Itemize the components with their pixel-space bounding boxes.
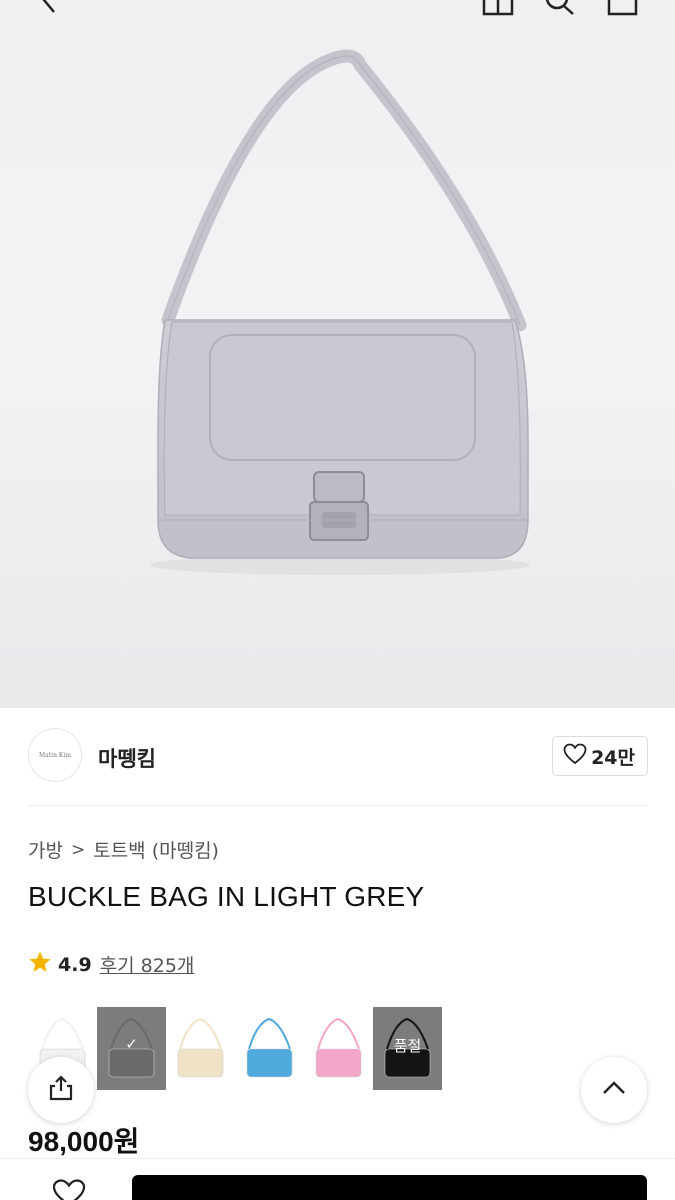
share-button[interactable] xyxy=(28,1057,94,1123)
bag-illustration xyxy=(150,49,530,575)
scroll-top-button[interactable] xyxy=(581,1057,647,1123)
home-icon[interactable] xyxy=(481,0,515,20)
breadcrumb-category[interactable]: 가방 xyxy=(28,836,63,863)
breadcrumb: 가방 > 토트백 (마뗑킴) xyxy=(28,836,219,863)
heart-icon xyxy=(563,743,587,769)
bottom-bar xyxy=(0,1158,675,1200)
swatch-bag-thumbnail xyxy=(246,1017,293,1078)
chevron-left-icon[interactable] xyxy=(34,0,64,20)
brand-row: Matin Kim 마뗑킴 24만 xyxy=(28,728,648,786)
breadcrumb-separator: > xyxy=(70,839,86,860)
heart-icon[interactable] xyxy=(52,1179,86,1200)
share-icon xyxy=(47,1074,75,1106)
like-button[interactable]: 24만 xyxy=(552,736,648,776)
like-count: 24만 xyxy=(591,746,635,769)
top-bar xyxy=(0,0,675,20)
soldout-label: 품절 xyxy=(393,1037,422,1055)
product-price: 98,000원 xyxy=(28,1126,140,1157)
selected-check-icon: ✓ xyxy=(125,1035,138,1053)
color-swatch[interactable] xyxy=(235,1007,304,1090)
product-image[interactable] xyxy=(0,0,675,708)
brand-logo-text: Matin Kim xyxy=(39,751,71,759)
swatch-bag-thumbnail xyxy=(315,1017,362,1078)
color-swatch[interactable] xyxy=(304,1007,373,1090)
rating-score: 4.9 xyxy=(58,953,92,976)
brand-name[interactable]: 마뗑킴 xyxy=(98,743,156,773)
buy-button[interactable] xyxy=(132,1175,647,1200)
cart-icon[interactable] xyxy=(606,0,640,20)
divider xyxy=(28,805,648,806)
star-icon xyxy=(28,950,52,979)
color-swatch[interactable]: 품절 xyxy=(373,1007,442,1090)
color-swatch[interactable] xyxy=(166,1007,235,1090)
swatch-bag-thumbnail xyxy=(177,1017,224,1078)
review-link[interactable]: 후기 825개 xyxy=(100,951,195,978)
search-icon[interactable] xyxy=(543,0,577,20)
product-title: BUCKLE BAG IN LIGHT GREY xyxy=(28,881,425,912)
chevron-up-icon xyxy=(600,1074,628,1106)
breadcrumb-subcategory[interactable]: 토트백 (마뗑킴) xyxy=(93,836,219,863)
color-swatch[interactable]: ✓ xyxy=(97,1007,166,1090)
rating-row: 4.9 후기 825개 xyxy=(28,950,194,979)
brand-logo[interactable]: Matin Kim xyxy=(28,728,82,782)
